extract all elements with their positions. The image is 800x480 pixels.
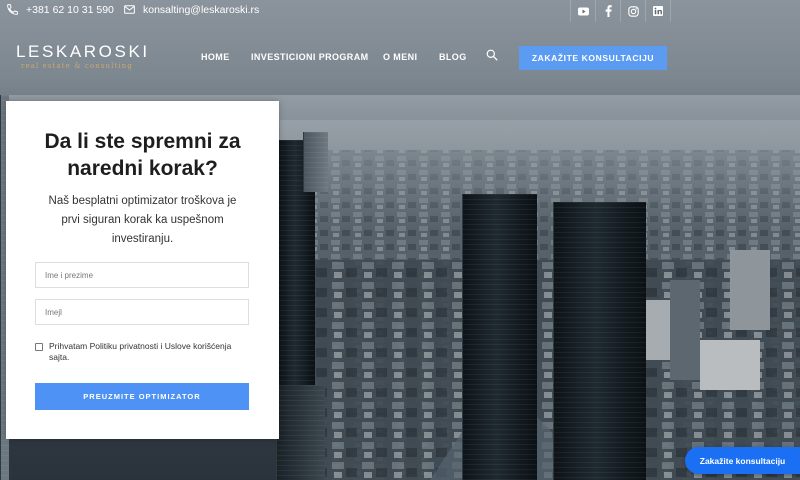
form-lead-line3: investiranju. [111,233,174,245]
download-optimizer-button[interactable]: PREUZMITE OPTIMIZATOR [35,383,249,410]
logo-tagline: real estate & consulting [21,62,133,70]
search-icon[interactable] [486,48,498,66]
tower-left-base [276,385,325,480]
form-lead-line2: prvi siguran korak ka uspešnom [61,214,224,226]
top-bar: +381 62 10 31 590 konsalting@leskaroski.… [0,0,800,22]
logo-name: LESKAROSKI [16,42,150,61]
consent-label: Prihvatam Politiku privatnosti i Uslove … [35,341,251,363]
email-input[interactable]: Imejl [35,299,249,325]
email-address: konsalting@leskaroski.rs [143,3,260,16]
nav-blog[interactable]: BLOG [439,52,467,62]
tower-center [462,194,537,480]
social-links [570,0,671,22]
form-title-line2: naredni korak? [67,157,218,180]
linkedin-icon[interactable] [645,0,671,22]
tower-right [553,202,646,480]
nav-home[interactable]: HOME [201,52,230,62]
form-title: Da li ste spremni za naredni korak? [6,128,279,182]
nav-o-meni[interactable]: O MENI [383,52,417,62]
nav-investicioni-program[interactable]: INVESTICIONI PROGRAM [251,52,369,62]
consent-checkbox[interactable] [35,343,43,351]
email-placeholder: Imejl [45,307,62,317]
email-icon [124,5,135,14]
tower-left-top [303,132,328,192]
phone-contact[interactable]: +381 62 10 31 590 [6,3,114,16]
schedule-consultation-button[interactable]: ZAKAŽITE KONSULTACIJU [519,46,667,70]
consent-line2: sajta. [49,352,70,362]
email-contact[interactable]: konsalting@leskaroski.rs [123,3,259,16]
name-placeholder: Ime i prezime [45,270,94,280]
phone-number: +381 62 10 31 590 [26,3,114,16]
optimizer-form-card: Da li ste spremni za naredni korak? Naš … [6,101,279,439]
logo[interactable]: LESKAROSKI real estate & consulting [16,42,150,70]
facebook-icon[interactable] [595,0,620,22]
name-input[interactable]: Ime i prezime [35,262,249,288]
form-lead-line1: Naš besplatni optimizator troškova je [48,195,237,207]
form-lead: Naš besplatni optimizator troškova je pr… [36,192,249,249]
site-header: LESKAROSKI real estate & consulting HOME… [0,22,800,94]
consent-line1: Prihvatam Politiku privatnosti i Uslove … [49,341,232,351]
form-title-line1: Da li ste spremni za [44,130,241,153]
phone-icon [7,4,18,15]
floating-consultation-button[interactable]: Zakažite konsultaciju [685,447,800,474]
youtube-icon[interactable] [570,0,595,22]
consent-row: Prihvatam Politiku privatnosti i Uslove … [35,341,251,363]
instagram-icon[interactable] [620,0,645,22]
